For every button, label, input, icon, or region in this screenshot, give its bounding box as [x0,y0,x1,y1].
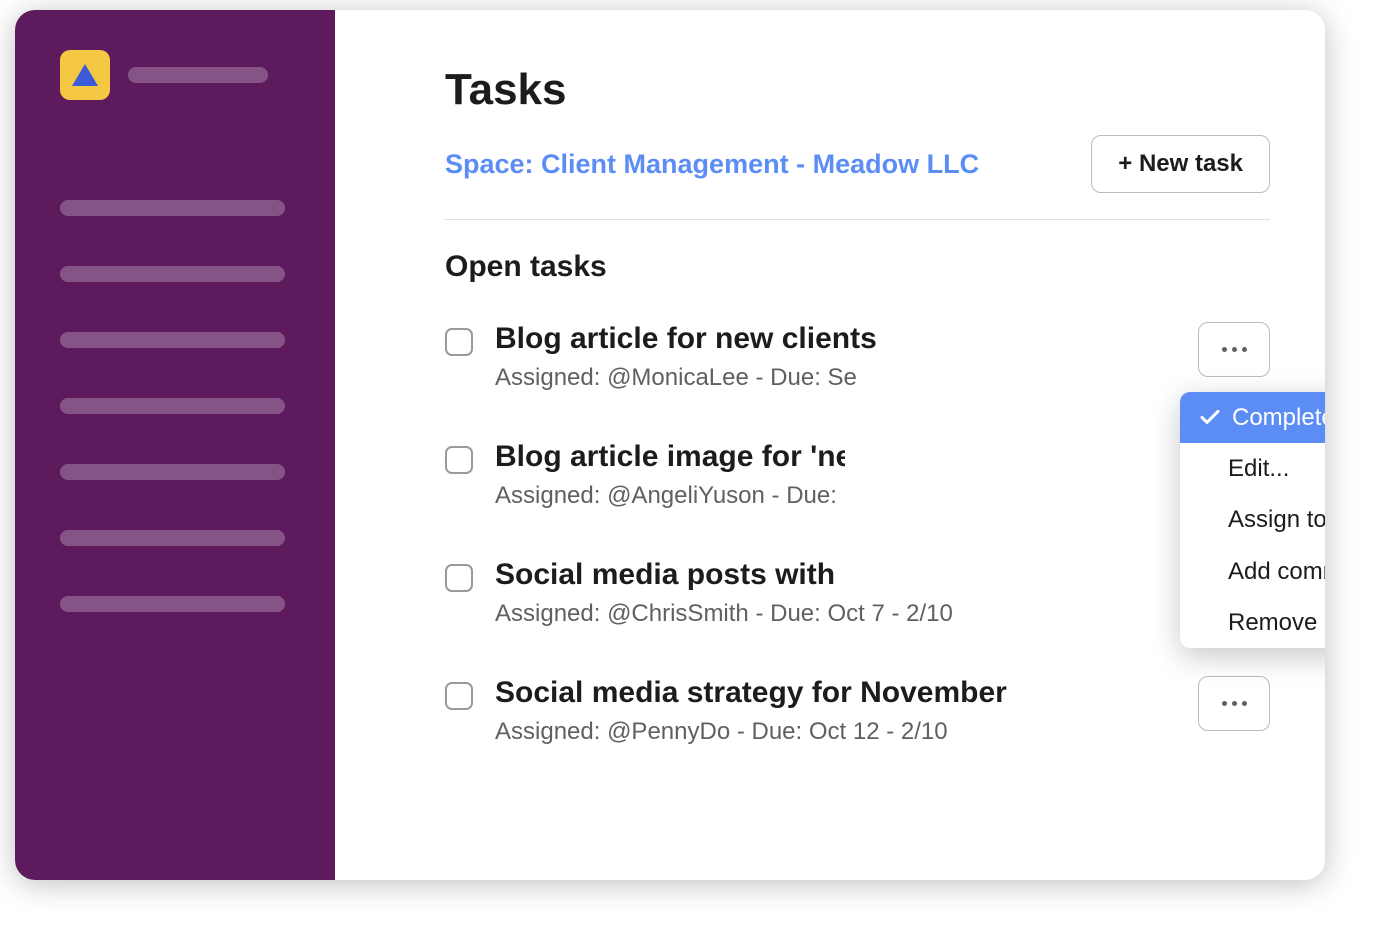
header-row: Space: Client Management - Meadow LLC + … [445,135,1270,220]
sidebar [15,10,335,880]
new-task-button[interactable]: + New task [1091,135,1270,193]
task-row: Blog article image for 'new Assigned: @A… [445,440,1270,510]
menu-item-add-comment[interactable]: Add comment [1180,546,1325,597]
task-actions-menu: Complete Edit... Assign to me Add commen… [1180,392,1325,648]
breadcrumb[interactable]: Space: Client Management - Meadow LLC [445,149,979,180]
task-text: Social media posts with H Assigned: @Chr… [495,558,1176,628]
section-title: Open tasks [445,250,1270,284]
task-title: Blog article for new clients [495,322,1176,356]
menu-item-assign-to-me[interactable]: Assign to me [1180,494,1325,545]
task-meta: Assigned: @AngeliYuson - Due: S [495,482,845,510]
task-checkbox[interactable] [445,682,473,710]
task-text: Blog article image for 'new Assigned: @A… [495,440,845,510]
task-title: Blog article image for 'new [495,440,845,474]
sidebar-item-placeholder[interactable] [60,596,285,612]
sidebar-item-placeholder[interactable] [60,266,285,282]
task-row: Blog article for new clients Assigned: @… [445,322,1270,392]
task-checkbox[interactable] [445,564,473,592]
sidebar-item-placeholder[interactable] [60,398,285,414]
menu-item-remove[interactable]: Remove [1180,597,1325,648]
task-title: Social media strategy for November [495,676,1176,710]
check-icon [1200,402,1220,433]
task-text: Social media strategy for November Assig… [495,676,1176,746]
workspace-logo [60,50,110,100]
workspace-header[interactable] [60,50,290,100]
task-row: Social media posts with H Assigned: @Chr… [445,558,1270,628]
task-checkbox[interactable] [445,328,473,356]
task-row: Social media strategy for November Assig… [445,676,1270,746]
task-meta: Assigned: @MonicaLee - Due: Se [495,364,1176,392]
task-text: Blog article for new clients Assigned: @… [495,322,1176,392]
more-button[interactable] [1198,322,1270,377]
page-title: Tasks [445,65,1270,115]
sidebar-item-placeholder[interactable] [60,332,285,348]
sidebar-item-placeholder[interactable] [60,530,285,546]
workspace-name-placeholder [128,67,268,83]
task-checkbox[interactable] [445,446,473,474]
more-button[interactable] [1198,676,1270,731]
menu-item-label: Complete [1232,404,1325,431]
sidebar-item-placeholder[interactable] [60,464,285,480]
menu-item-complete[interactable]: Complete [1180,392,1325,443]
sidebar-item-placeholder[interactable] [60,200,285,216]
triangle-icon [72,64,98,86]
dots-icon [1222,347,1227,352]
app-window: Tasks Space: Client Management - Meadow … [15,10,1325,880]
task-title: Social media posts with H [495,558,845,592]
task-meta: Assigned: @ChrisSmith - Due: Oct 7 - 2/1… [495,600,1176,628]
main-content: Tasks Space: Client Management - Meadow … [335,10,1325,880]
task-meta: Assigned: @PennyDo - Due: Oct 12 - 2/10 [495,718,1176,746]
menu-item-edit[interactable]: Edit... [1180,443,1325,494]
dots-icon [1222,701,1227,706]
